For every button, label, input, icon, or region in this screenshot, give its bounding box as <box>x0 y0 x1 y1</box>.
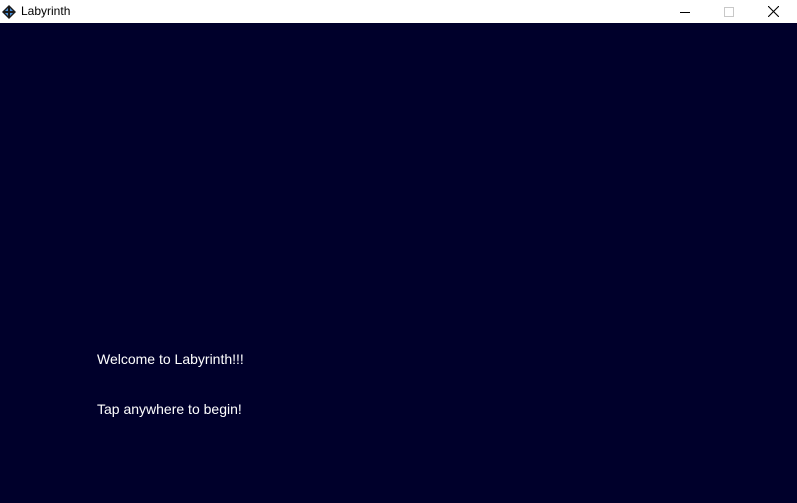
close-icon <box>768 6 779 17</box>
welcome-message: Welcome to Labyrinth!!! <box>97 351 244 367</box>
labyrinth-app-icon <box>1 4 17 20</box>
app-window: Labyrinth Welcome to Labyrinth!!! Tap an… <box>0 0 797 503</box>
window-title: Labyrinth <box>21 4 71 18</box>
title-bar[interactable]: Labyrinth <box>0 0 797 23</box>
start-prompt: Tap anywhere to begin! <box>97 401 242 417</box>
minimize-button[interactable] <box>662 0 707 23</box>
maximize-icon <box>723 6 734 17</box>
maximize-button[interactable] <box>706 0 751 23</box>
minimize-icon <box>679 7 690 17</box>
close-button[interactable] <box>751 0 796 23</box>
game-canvas[interactable]: Welcome to Labyrinth!!! Tap anywhere to … <box>0 23 797 503</box>
